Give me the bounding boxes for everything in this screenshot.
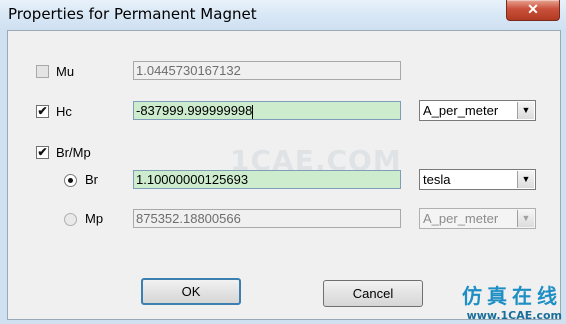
brmp-checkbox[interactable]: ✔ [36, 146, 49, 159]
title-bar: Properties for Permanent Magnet ✕ [0, 0, 566, 30]
brmp-label: Br/Mp [56, 145, 91, 160]
hc-unit-value: A_per_meter [423, 103, 499, 118]
window-frame-left [0, 30, 7, 324]
hc-value: -837999.999999998 [136, 103, 253, 118]
hc-label: Hc [56, 104, 72, 119]
chevron-down-icon[interactable]: ▼ [517, 102, 534, 119]
mp-label: Mp [85, 211, 104, 226]
ok-button[interactable]: OK [141, 278, 241, 305]
mu-label: Mu [56, 64, 75, 79]
br-unit-value: tesla [423, 172, 451, 187]
chevron-down-icon: ▼ [517, 210, 534, 227]
text-caret [252, 104, 254, 119]
mp-unit-select: A_per_meter ▼ [419, 208, 536, 229]
brmp-check-icon: ✔ [37, 145, 48, 159]
hc-value-input[interactable]: -837999.999999998 [133, 101, 401, 120]
chevron-down-icon[interactable]: ▼ [517, 171, 534, 188]
br-value: 1.10000000125693 [136, 172, 249, 187]
mp-value: 875352.18800566 [136, 211, 241, 226]
close-button[interactable]: ✕ [506, 0, 560, 21]
hc-unit-select[interactable]: A_per_meter ▼ [419, 100, 536, 121]
mu-checkbox[interactable] [36, 65, 49, 78]
br-label: Br [85, 172, 98, 187]
mp-radio[interactable] [64, 213, 77, 226]
br-unit-select[interactable]: tesla ▼ [419, 169, 536, 190]
badge-chinese-text: 仿真在线 [462, 284, 562, 308]
mu-value: 1.0445730167132 [136, 63, 241, 78]
window-title: Properties for Permanent Magnet [8, 5, 257, 23]
mu-value-field: 1.0445730167132 [133, 61, 401, 80]
mp-value-field: 875352.18800566 [133, 209, 401, 228]
site-badge: 仿真在线 www.1CAE.com [462, 280, 562, 322]
mp-unit-value: A_per_meter [423, 211, 499, 226]
badge-url-text: www.1CAE.com [466, 309, 562, 322]
hc-check-icon: ✔ [37, 104, 48, 118]
close-icon: ✕ [527, 1, 539, 17]
hc-checkbox[interactable]: ✔ [36, 105, 49, 118]
br-value-input[interactable]: 1.10000000125693 [133, 170, 401, 189]
br-radio[interactable] [64, 174, 77, 187]
cancel-button[interactable]: Cancel [323, 280, 423, 307]
